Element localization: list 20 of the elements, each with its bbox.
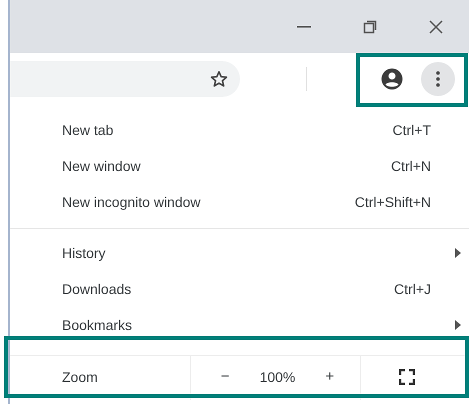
minimize-icon [297,26,311,28]
fullscreen-icon [399,369,416,386]
menu-item[interactable]: New incognito window Ctrl+Shift+N [10,184,469,220]
menu-item[interactable]: Downloads Ctrl+J [10,271,469,307]
zoom-level: 100% [260,368,296,387]
menu-item[interactable]: New window Ctrl+N [10,148,469,184]
close-icon [429,20,443,34]
zoom-in-button[interactable]: + [317,366,342,389]
restore-icon [363,20,377,34]
menu-item[interactable]: New tab Ctrl+T [10,112,469,148]
menu-button[interactable] [421,62,455,96]
zoom-out-button[interactable]: − [212,366,238,389]
submenu-arrow-icon [455,320,461,330]
submenu-arrow-icon [455,248,461,258]
profile-icon [381,68,403,90]
zoom-label: Zoom [62,368,98,387]
menu-icon [436,71,440,87]
star-icon[interactable] [210,70,228,88]
menu-item[interactable]: Bookmarks [10,307,469,343]
menu-item[interactable]: History [10,235,469,271]
